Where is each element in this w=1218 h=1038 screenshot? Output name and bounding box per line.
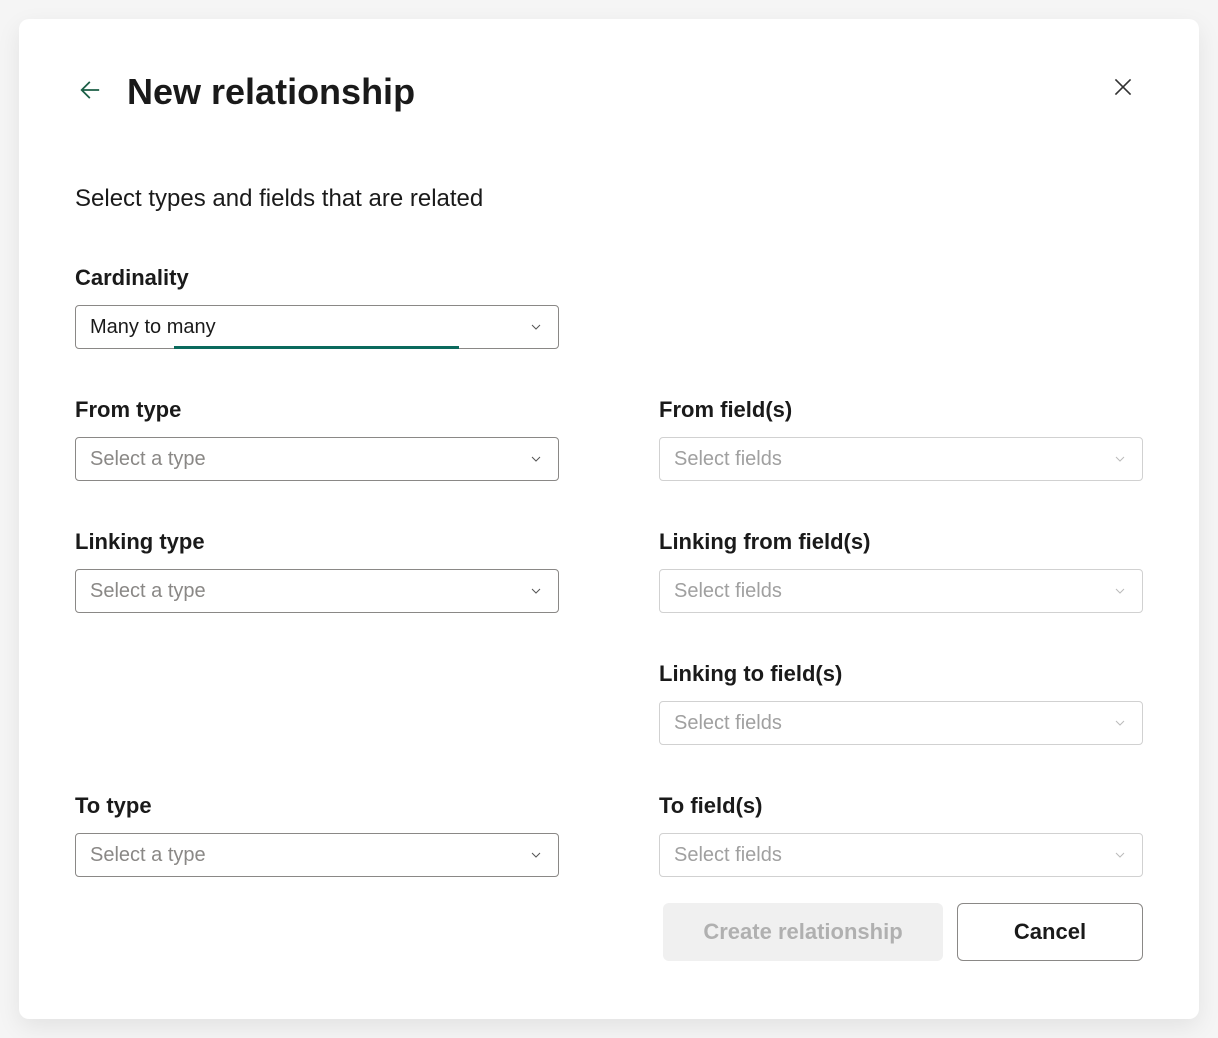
cancel-button[interactable]: Cancel: [957, 903, 1143, 961]
from-fields-label: From field(s): [659, 397, 1143, 423]
from-type-select[interactable]: Select a type: [75, 437, 559, 481]
dialog-header: New relationship: [75, 71, 1143, 113]
linking-type-placeholder: Select a type: [90, 580, 206, 603]
cardinality-label: Cardinality: [75, 265, 559, 291]
dialog-footer: Create relationship Cancel: [663, 903, 1143, 961]
close-button[interactable]: [1107, 73, 1139, 105]
linking-from-fields-select[interactable]: Select fields: [659, 569, 1143, 613]
linking-from-fields-group: Linking from field(s) Select fields: [659, 529, 1143, 613]
linking-to-fields-group: Linking to field(s) Select fields: [659, 661, 1143, 745]
linking-to-fields-select[interactable]: Select fields: [659, 701, 1143, 745]
chevron-down-icon: [528, 319, 544, 335]
to-fields-placeholder: Select fields: [674, 844, 782, 867]
to-type-label: To type: [75, 793, 559, 819]
from-type-group: From type Select a type: [75, 397, 559, 481]
dialog-subtitle: Select types and fields that are related: [75, 185, 1143, 213]
to-type-group: To type Select a type: [75, 793, 559, 877]
back-button[interactable]: [75, 76, 107, 108]
to-fields-group: To field(s) Select fields: [659, 793, 1143, 877]
dialog-title: New relationship: [127, 71, 415, 113]
chevron-down-icon: [1112, 847, 1128, 863]
arrow-left-icon: [77, 76, 105, 109]
chevron-down-icon: [1112, 583, 1128, 599]
chevron-down-icon: [528, 583, 544, 599]
from-type-placeholder: Select a type: [90, 448, 206, 471]
new-relationship-dialog: New relationship Select types and fields…: [19, 19, 1199, 1019]
create-relationship-button[interactable]: Create relationship: [663, 903, 943, 961]
to-fields-label: To field(s): [659, 793, 1143, 819]
chevron-down-icon: [1112, 715, 1128, 731]
from-fields-select[interactable]: Select fields: [659, 437, 1143, 481]
linking-to-fields-placeholder: Select fields: [674, 712, 782, 735]
cardinality-group: Cardinality Many to many: [75, 265, 559, 349]
linking-from-fields-label: Linking from field(s): [659, 529, 1143, 555]
linking-type-group: Linking type Select a type: [75, 529, 559, 613]
cardinality-select[interactable]: Many to many: [75, 305, 559, 349]
cardinality-value: Many to many: [90, 316, 216, 339]
form-grid: Cardinality Many to many From type Selec…: [75, 265, 1143, 925]
chevron-down-icon: [1112, 451, 1128, 467]
to-type-select[interactable]: Select a type: [75, 833, 559, 877]
linking-to-fields-label: Linking to field(s): [659, 661, 1143, 687]
from-fields-group: From field(s) Select fields: [659, 397, 1143, 481]
linking-from-fields-placeholder: Select fields: [674, 580, 782, 603]
from-fields-placeholder: Select fields: [674, 448, 782, 471]
linking-type-select[interactable]: Select a type: [75, 569, 559, 613]
spacer-left: [75, 661, 559, 793]
to-fields-select[interactable]: Select fields: [659, 833, 1143, 877]
close-icon: [1110, 74, 1136, 105]
chevron-down-icon: [528, 847, 544, 863]
to-type-placeholder: Select a type: [90, 844, 206, 867]
linking-type-label: Linking type: [75, 529, 559, 555]
chevron-down-icon: [528, 451, 544, 467]
from-type-label: From type: [75, 397, 559, 423]
